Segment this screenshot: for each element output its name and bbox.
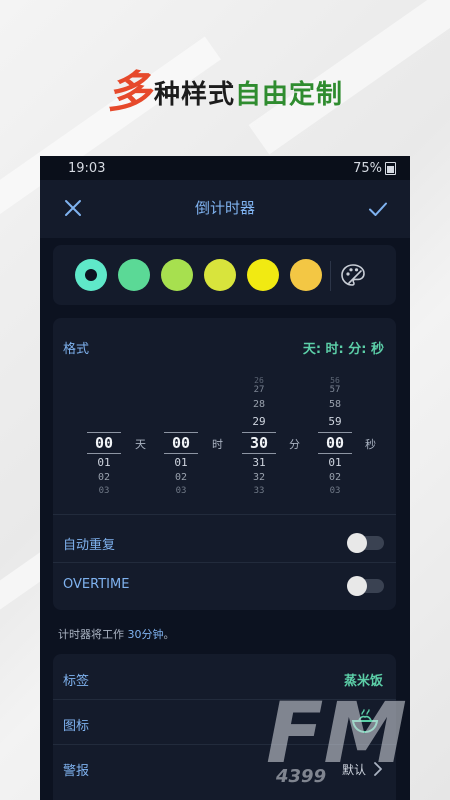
picker-value: 01 — [97, 456, 111, 469]
picker-value: 02 — [328, 472, 342, 483]
divider — [53, 514, 396, 515]
chevron-right-icon[interactable] — [372, 761, 384, 777]
hour-picker[interactable]: 00 01 02 03 — [164, 318, 198, 508]
status-time: 19:03 — [68, 160, 106, 176]
unit-second: 秒 — [365, 438, 376, 451]
note-prefix: 计时器将工作 — [58, 628, 124, 641]
palette-icon[interactable] — [339, 262, 367, 288]
color-swatch[interactable] — [118, 259, 150, 291]
icon-label: 图标 — [63, 719, 90, 734]
battery-indicator: 75% — [353, 161, 396, 176]
phone-screen: 19:03 75% 倒计时器 格式 天: 时: 分: 秒 00 01 02 03… — [40, 156, 410, 800]
picker-value: 59 — [328, 415, 342, 428]
overtime-label: OVERTIME — [63, 577, 130, 592]
color-picker-card — [53, 245, 396, 305]
note-duration: 30分钟 — [127, 628, 164, 641]
picker-value: 33 — [253, 486, 265, 496]
picker-value: 02 — [174, 472, 188, 483]
color-swatch[interactable] — [161, 259, 193, 291]
promo-headline: 多种样式自由定制 — [0, 56, 450, 120]
picker-value: 29 — [252, 415, 266, 428]
duration-note: 计时器将工作 30分钟。 — [58, 626, 175, 642]
battery-icon — [385, 161, 396, 175]
picker-value: 31 — [252, 456, 266, 469]
color-swatch[interactable] — [75, 259, 107, 291]
app-bar: 倒计时器 — [40, 180, 410, 238]
divider — [53, 699, 396, 700]
picker-value: 28 — [252, 399, 266, 410]
tag-label: 标签 — [63, 674, 90, 689]
page-title: 倒计时器 — [194, 199, 255, 217]
toggle-knob — [347, 533, 367, 553]
picker-value: 01 — [328, 456, 342, 469]
status-bar: 19:03 75% — [40, 156, 410, 180]
divider — [330, 261, 331, 291]
picker-value: 26 — [254, 376, 264, 385]
picker-value: 57 — [329, 385, 341, 395]
format-label: 格式 — [63, 342, 90, 357]
tag-value[interactable]: 蒸米饭 — [344, 670, 383, 689]
attributes-card: 标签 蒸米饭 图标 警报 默认 — [53, 654, 396, 800]
minute-picker[interactable]: 26 27 28 29 30 31 32 33 — [242, 318, 276, 508]
picker-value: 27 — [253, 385, 265, 395]
unit-day: 天 — [135, 438, 146, 451]
picker-value: 03 — [329, 486, 341, 496]
day-selected: 00 — [87, 432, 121, 454]
alert-label: 警报 — [63, 764, 90, 779]
format-card: 格式 天: 时: 分: 秒 00 01 02 03 天 00 01 02 03 … — [53, 318, 396, 610]
headline-rest: 自由定制 — [235, 80, 344, 110]
color-swatch[interactable] — [290, 259, 322, 291]
note-suffix: 。 — [163, 628, 175, 641]
toggle-knob — [347, 576, 367, 596]
picker-value: 56 — [330, 376, 340, 385]
color-swatch[interactable] — [204, 259, 236, 291]
second-picker[interactable]: 56 57 58 59 00 01 02 03 — [318, 318, 352, 508]
picker-value: 03 — [98, 486, 110, 496]
alert-value[interactable]: 默认 — [342, 761, 366, 778]
day-picker[interactable]: 00 01 02 03 — [87, 318, 121, 508]
picker-value: 32 — [252, 472, 266, 483]
rice-bowl-icon[interactable] — [350, 708, 380, 736]
second-selected: 00 — [318, 432, 352, 454]
picker-value: 58 — [328, 399, 342, 410]
overtime-toggle[interactable] — [347, 576, 384, 596]
picker-value: 01 — [174, 456, 188, 469]
minute-selected: 30 — [242, 432, 276, 454]
picker-value: 02 — [97, 472, 111, 483]
headline-big-char: 多 — [106, 67, 152, 118]
battery-percent: 75% — [353, 160, 382, 176]
headline-mid: 种样式 — [153, 80, 235, 110]
divider — [53, 744, 396, 745]
auto-repeat-toggle[interactable] — [347, 533, 384, 553]
hour-selected: 00 — [164, 432, 198, 454]
picker-value: 03 — [175, 486, 187, 496]
color-swatch[interactable] — [247, 259, 279, 291]
divider — [53, 562, 396, 563]
unit-minute: 分 — [289, 438, 300, 451]
auto-repeat-label: 自动重复 — [63, 538, 116, 553]
unit-hour: 时 — [212, 438, 223, 451]
check-icon[interactable] — [366, 197, 390, 221]
